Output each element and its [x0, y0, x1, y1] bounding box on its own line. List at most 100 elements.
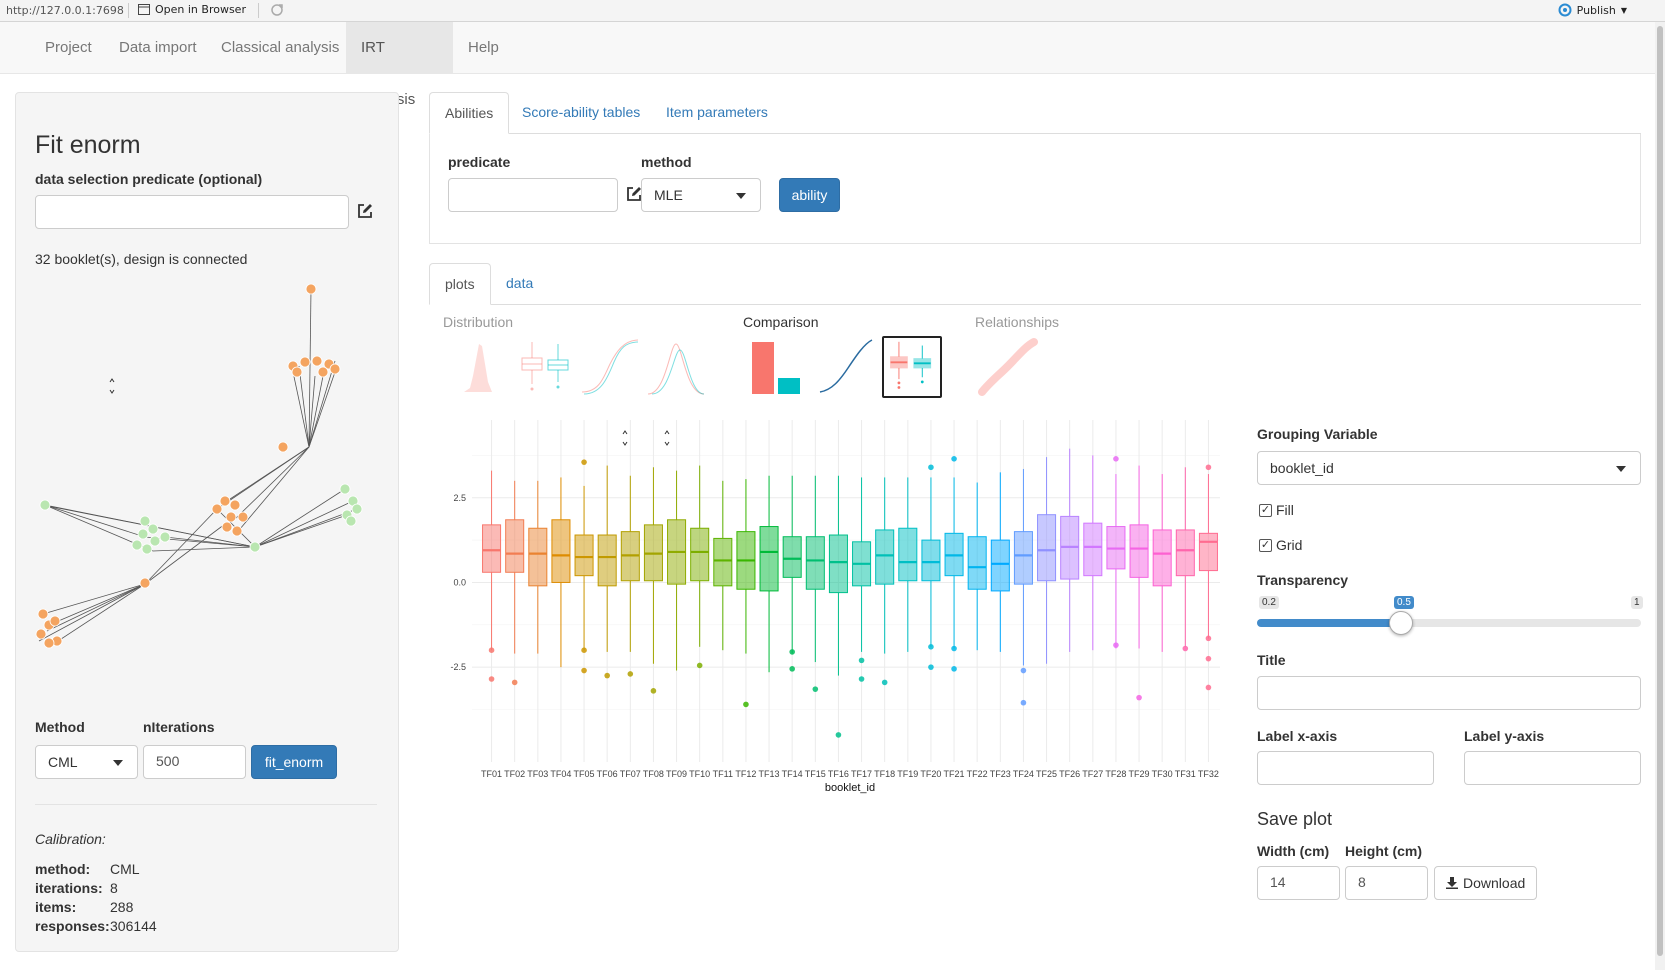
tab-plots[interactable]: plots: [429, 263, 491, 305]
calibration-key: items:: [35, 899, 77, 915]
tab-item-parameters[interactable]: Item parameters: [651, 92, 783, 134]
qq-line-thumbnail[interactable]: [816, 336, 876, 398]
title-input[interactable]: [1257, 676, 1641, 710]
graph-node: [351, 503, 363, 515]
x-axis-title: booklet_id: [825, 782, 875, 794]
graph-node: [139, 515, 151, 527]
x-tick-label: TF01: [481, 769, 502, 779]
graph-node: [345, 515, 357, 527]
method-select[interactable]: CML: [35, 745, 138, 779]
plot-tabs: plots data: [429, 263, 1641, 305]
graph-node: [291, 366, 303, 378]
density-thumbnail[interactable]: [646, 336, 706, 398]
transparency-slider[interactable]: [1257, 611, 1641, 635]
nav-classical-analysis[interactable]: Classical analysis: [206, 22, 354, 74]
box-TF26: [1060, 448, 1080, 652]
height-label: Height (cm): [1345, 843, 1422, 859]
height-input[interactable]: 8: [1345, 866, 1428, 900]
nav-irt-analysis[interactable]: IRT analysis: [346, 22, 453, 108]
box-outlier: [604, 672, 610, 679]
box-body: [574, 534, 594, 577]
x-tick-label: TF17: [851, 769, 872, 779]
abilities-predicate-input[interactable]: [448, 178, 618, 212]
tab-score-ability-tables[interactable]: Score-ability tables: [507, 92, 655, 134]
x-tick-label: TF03: [527, 769, 548, 779]
method-value: MLE: [654, 187, 683, 203]
box-body: [551, 519, 571, 583]
box-outlier: [581, 667, 587, 674]
graph-edge: [226, 446, 310, 502]
x-tick-label: TF11: [713, 769, 733, 779]
label-y-axis-input[interactable]: [1464, 751, 1641, 785]
divider: [128, 3, 129, 18]
scrollbar[interactable]: [1655, 22, 1665, 970]
box-TF32: [1198, 464, 1218, 691]
niterations-input[interactable]: 500: [143, 745, 246, 779]
bar-thumbnail[interactable]: [748, 336, 808, 398]
calibration-key: method:: [35, 861, 91, 877]
edit-icon[interactable]: [356, 202, 374, 220]
slider-max-label: 1: [1631, 596, 1643, 609]
graph-edge: [164, 536, 256, 548]
open-in-browser-button[interactable]: Open in Browser: [138, 3, 246, 16]
slider-handle[interactable]: [1389, 611, 1413, 635]
grouping-variable-select[interactable]: booklet_id: [1257, 451, 1641, 485]
width-input[interactable]: 14: [1257, 866, 1340, 900]
ecdf-thumbnail[interactable]: [580, 336, 640, 398]
ability-button[interactable]: ability: [779, 178, 840, 212]
box-outlier: [812, 686, 819, 692]
x-tick-label: TF22: [967, 769, 988, 779]
calibration-value: CML: [110, 861, 140, 877]
graph-edge: [254, 500, 354, 548]
box-TF30: [1152, 474, 1172, 652]
publish-button[interactable]: Publish ▼: [1558, 3, 1627, 17]
scrollbar-thumb[interactable]: [1657, 26, 1663, 956]
label-x-axis-input[interactable]: [1257, 751, 1434, 785]
box-body: [921, 539, 941, 582]
graph-node: [137, 528, 149, 540]
nav-help[interactable]: Help: [453, 22, 514, 74]
box-TF09: [667, 470, 687, 671]
nav-project[interactable]: Project: [30, 22, 107, 74]
download-button[interactable]: Download: [1434, 866, 1538, 900]
predicate-input[interactable]: [35, 195, 349, 229]
box-TF10: [690, 465, 710, 669]
graph-node: [249, 541, 261, 553]
box-outlier: [881, 679, 888, 686]
grid-checkbox[interactable]: ✓ Grid: [1259, 537, 1302, 553]
publish-icon: [1558, 3, 1572, 17]
tab-data[interactable]: data: [491, 263, 548, 305]
x-tick-label: TF07: [620, 769, 641, 779]
abilities-method-select[interactable]: MLE: [641, 178, 761, 212]
boxplot-pair-thumbnail[interactable]: [518, 336, 578, 398]
box-TF14: [782, 475, 802, 672]
tab-abilities[interactable]: Abilities: [429, 92, 510, 134]
box-outlier: [928, 644, 934, 650]
calibration-value: 306144: [110, 918, 157, 934]
method-value: CML: [48, 754, 78, 770]
boxplot-compare-thumbnail[interactable]: [882, 336, 942, 398]
nav-data-import[interactable]: Data import: [104, 22, 212, 74]
publish-label: Publish: [1576, 3, 1616, 17]
scatter-thumbnail[interactable]: [978, 336, 1038, 398]
box-body: [1037, 514, 1057, 582]
box-outlier: [928, 464, 934, 471]
fill-checkbox[interactable]: ✓ Fill: [1259, 502, 1294, 518]
graph-node: [35, 628, 47, 640]
design-network-graph[interactable]: [35, 269, 377, 679]
abilities-panel: predicate method MLE ability: [429, 134, 1641, 244]
box-outlier: [1182, 645, 1189, 652]
graph-node: [237, 511, 249, 523]
box-body: [759, 526, 779, 592]
chevron-down-icon: [113, 760, 123, 766]
box-outlier: [1113, 642, 1119, 648]
x-tick-label: TF12: [735, 769, 756, 779]
fit-enorm-button[interactable]: fit_enorm: [251, 745, 337, 779]
histogram-thumbnail[interactable]: [458, 336, 518, 398]
graph-node: [49, 615, 61, 627]
box-outlier: [581, 647, 587, 654]
box-body: [528, 527, 548, 587]
box-body: [875, 529, 895, 585]
refresh-icon[interactable]: [270, 3, 284, 17]
box-outlier: [1205, 635, 1212, 642]
